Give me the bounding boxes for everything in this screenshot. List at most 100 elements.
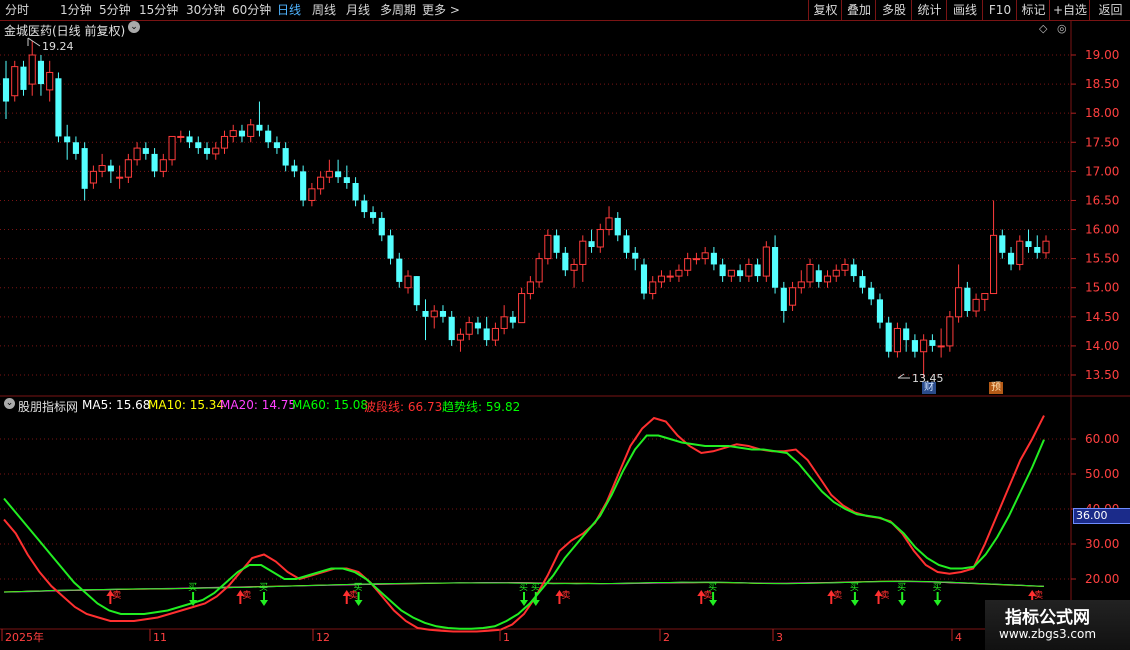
buy-signal-label: 买 [933,582,942,593]
price-tick-label: 18.50 [1085,77,1119,91]
candle-body-up [788,287,797,306]
sell-signal-label: 卖 [349,590,358,601]
financial-report-marker[interactable]: 财 [922,382,936,394]
candle-body-up [535,258,543,283]
sell-signal-label: 卖 [703,590,712,601]
candle-body-down [273,142,280,149]
candle-body-up [159,159,167,172]
price-y-axis: 19.00 18.50 18.00 17.50 17.00 16.50 16.00 15.50… [1071,48,1119,382]
candlestick-series [2,41,1050,378]
candle-body-up [920,339,928,353]
expand-icon[interactable]: ◎ [1057,22,1067,35]
candle-body-up [168,135,176,161]
candle-body-up [745,263,753,277]
candle-body-down [719,264,726,277]
candle-body-up [981,293,989,300]
candle-body-down [911,340,918,352]
candle-body-up [430,310,438,318]
indicator-tick-label: 20.00 [1085,572,1119,586]
high-price-label: 19.24 [42,40,74,53]
candle-body-up [570,263,578,271]
candle-body-up [605,217,613,231]
buy-signal-arrowhead [531,600,540,606]
buy-signal-arrowhead [898,600,907,606]
candle-body-down [107,165,114,172]
watermark-title: 指标公式网 [1005,608,1090,628]
watermark-url: www.zbgs3.com [999,627,1097,641]
buy-signal-label: 买 [531,582,540,593]
candle-body-down [859,276,866,288]
candle-body-down [614,217,621,236]
candle-body-down [72,142,79,154]
candle-body-up [177,135,185,138]
candle-body-down [361,200,368,213]
buy-signal-label: 买 [519,582,528,593]
price-tick-label: 16.50 [1085,193,1119,207]
candle-body-up [893,327,901,353]
legend-ma60: MA60: 15.08 [292,398,369,412]
forecast-marker[interactable]: 预 [989,382,1003,394]
candle-body-down [396,258,403,282]
sell-signal-label: 卖 [881,590,890,601]
candle-body-up [955,287,963,318]
candle-body-down [422,311,429,317]
candle-body-up [220,135,229,149]
candle-body-up [841,263,849,271]
date-tick-label: 3 [776,631,783,644]
candle-body-down [1025,241,1032,247]
candle-body-up [456,333,465,341]
indicator-tick-label: 60.00 [1085,432,1119,446]
candle-body-up [692,258,700,261]
candle-body-down [335,171,342,178]
indicator-grid [0,438,1071,580]
candle-body-up [946,316,954,347]
candle-body-down [885,322,892,352]
main-price-grid [0,54,1071,376]
candle-body-up [832,269,840,277]
stock-chart[interactable]: 买买买买买买买买买卖卖卖卖卖卖卖卖 60.0050.0040.0030.0020… [0,0,1130,650]
candle-body-down [623,235,630,253]
candle-body-down [509,316,516,323]
buy-signal-label: 买 [850,582,859,593]
sell-signal-label: 卖 [833,590,842,601]
candle-body-up [308,188,316,201]
price-tick-label: 15.00 [1085,281,1119,295]
candle-body-up [990,234,998,295]
candle-body-down [265,130,272,143]
low-annotation: 13.45 [897,372,944,385]
title-dropdown-icon[interactable]: ⌄ [128,21,140,33]
date-tick-label: 2 [663,631,670,644]
price-tick-label: 19.00 [1085,48,1119,62]
diamond-icon[interactable]: ◇ [1039,22,1047,35]
candle-body-down [448,316,455,341]
candle-body-up [500,316,508,329]
candle-body-down [300,171,307,201]
candle-body-up [762,246,770,277]
price-tick-label: 18.00 [1085,106,1119,120]
candle-body-up [701,252,709,260]
candle-body-up [133,147,141,161]
high-annotation: 19.24 [27,37,74,53]
candle-body-up [491,327,499,341]
indicator-tick-label: 30.00 [1085,537,1119,551]
candle-body-down [352,183,359,201]
candle-body-down [142,148,149,154]
candle-body-down [772,247,779,288]
price-tick-label: 16.00 [1085,223,1119,237]
price-tick-label: 14.00 [1085,339,1119,353]
candle-body-up [972,298,980,312]
candle-body-up [124,159,132,178]
candle-body-up [465,322,473,335]
candle-body-down [850,264,857,277]
indicator-dropdown-icon[interactable]: ⌄ [4,398,15,409]
price-tick-label: 13.50 [1085,368,1119,382]
candle-body-down [754,264,761,277]
candle-body-down [195,142,202,149]
sell-signal-label: 卖 [112,590,121,601]
sell-signal-label: 卖 [561,590,570,601]
candle-body-down [815,270,822,282]
trade-signals: 买买买买买买买买买卖卖卖卖卖卖卖卖 [106,582,1043,606]
candle-body-down [999,235,1006,253]
candle-body-down [378,217,385,236]
candle-body-down [291,165,298,172]
